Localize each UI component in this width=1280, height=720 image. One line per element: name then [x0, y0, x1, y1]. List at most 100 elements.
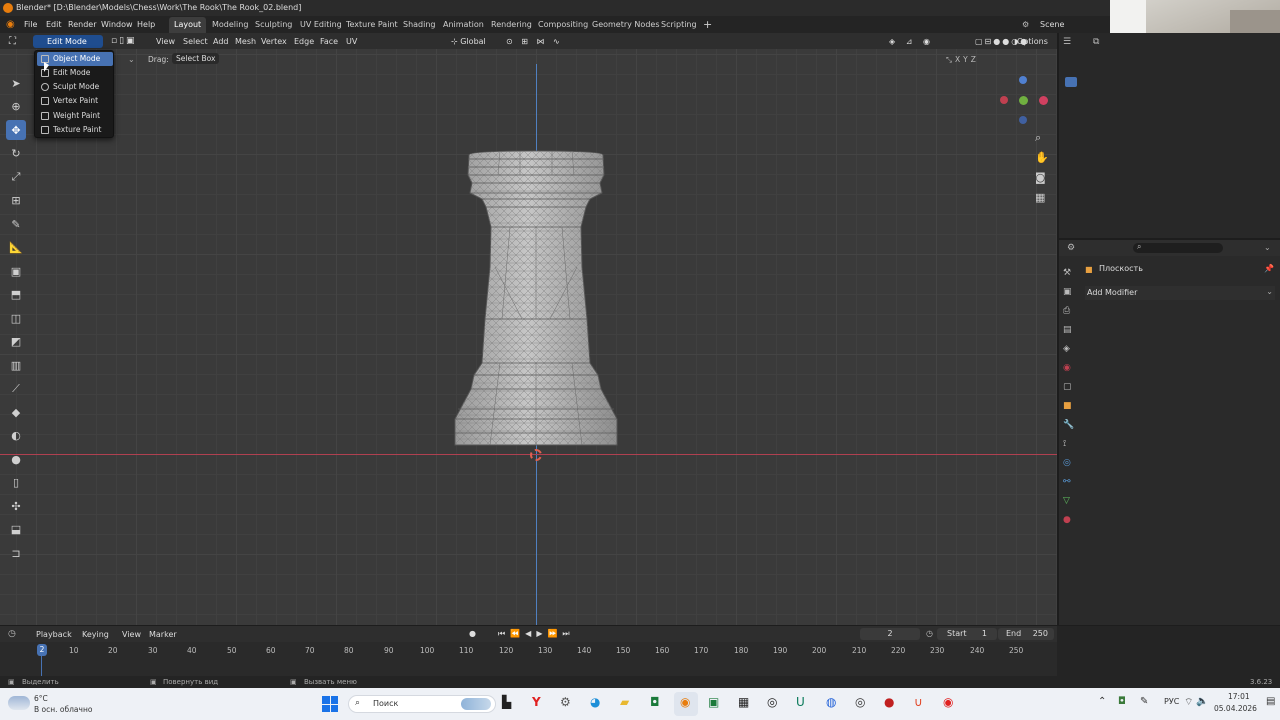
scene-name[interactable]: Scene [1036, 16, 1068, 33]
navigation-gizmo[interactable] [995, 76, 1055, 126]
tray-pen-icon[interactable]: ✎ [1140, 696, 1148, 707]
excel-app-icon[interactable]: ▣ [708, 695, 719, 709]
current-frame-field[interactable]: 2 [860, 628, 920, 640]
yandex-browser-icon[interactable]: Y [532, 695, 541, 709]
mode-select-dropdown[interactable]: Edit Mode [33, 35, 103, 48]
clock-time[interactable]: 17:01 [1228, 692, 1250, 701]
frame-ruler[interactable]: 2 10 20 30 40 50 60 70 80 90 100 110 120… [0, 644, 1057, 658]
tool-tab-icon[interactable]: ⚒ [1063, 264, 1077, 283]
material-tab-icon[interactable]: ● [1063, 511, 1077, 530]
scene-tab-icon[interactable]: ◈ [1063, 340, 1077, 359]
weather-cloud-icon[interactable] [8, 696, 30, 710]
bevel-tool-icon[interactable]: ◩ [6, 332, 26, 352]
tab-sculpting[interactable]: Sculpting [250, 17, 297, 33]
drag-dropdown-chevron-icon[interactable]: ⌄ [128, 55, 135, 64]
clock-date[interactable]: 05.04.2026 [1214, 704, 1257, 713]
drag-select-box-dropdown[interactable]: Select Box [172, 53, 220, 64]
add-cube-tool-icon[interactable]: ▣ [6, 261, 26, 281]
rook-mesh[interactable] [440, 147, 640, 467]
outliner-panel[interactable]: ☰ ⧉ [1059, 33, 1280, 238]
extrude-tool-icon[interactable]: ⬒ [6, 285, 26, 305]
ortho-grid-icon[interactable]: ▦ [1035, 191, 1045, 204]
select-mode-icons[interactable]: ▫▯▣ [108, 35, 140, 48]
properties-editor-icon[interactable]: ⚙ [1067, 243, 1075, 253]
constraints-tab-icon[interactable]: ⚯ [1063, 473, 1077, 492]
tab-compositing[interactable]: Compositing [533, 17, 593, 33]
app-icon-circle[interactable]: ◎ [855, 695, 865, 709]
menu-help[interactable]: Help [133, 16, 159, 33]
header-menu-vertex[interactable]: Vertex [258, 35, 290, 48]
data-tab-icon[interactable]: ▽ [1063, 492, 1077, 511]
rip-tool-icon[interactable]: ⊐ [6, 543, 26, 563]
gizmo-z-icon[interactable] [1019, 76, 1027, 84]
header-menu-mesh[interactable]: Mesh [232, 35, 259, 48]
physics-tab-icon[interactable]: ◎ [1063, 454, 1077, 473]
end-frame-field[interactable]: End 250 [998, 628, 1054, 640]
timeline-menu-playback[interactable]: Playback [36, 630, 72, 639]
3d-cursor-icon[interactable] [530, 449, 542, 461]
gizmo-neg-x-icon[interactable] [1039, 96, 1048, 105]
add-workspace-icon[interactable]: + [698, 17, 717, 33]
cursor-tool-icon[interactable]: ⊕ [6, 97, 26, 117]
tab-animation[interactable]: Animation [438, 17, 489, 33]
modifier-tab-icon[interactable]: 🔧 [1063, 416, 1077, 435]
timeline-panel[interactable]: ◷ Playback Keying View Marker ● ⏮⏪◀▶⏩⏭ 2… [0, 626, 1057, 676]
add-modifier-dropdown[interactable]: Add Modifier ⌄ [1085, 286, 1275, 300]
tab-texture-paint[interactable]: Texture Paint [341, 17, 403, 33]
orientation-dropdown[interactable]: ⊹ Global [448, 35, 489, 48]
inset-tool-icon[interactable]: ◫ [6, 308, 26, 328]
spin-tool-icon[interactable]: ◐ [6, 426, 26, 446]
overlay-gizmo-icons[interactable]: ◈ ⊿ ◉ [886, 35, 937, 48]
shrink-fatten-tool-icon[interactable]: ✣ [6, 496, 26, 516]
tab-scripting[interactable]: Scripting [656, 17, 702, 33]
zoom-icon[interactable]: ⌕ [1035, 131, 1041, 145]
notifications-icon[interactable]: ▤ [1266, 696, 1275, 707]
outliner-selected-icon[interactable] [1065, 77, 1077, 87]
menu-item-weight-paint[interactable]: Weight Paint [37, 109, 113, 123]
weather-desc[interactable]: В осн. облачно [34, 705, 92, 714]
menu-item-sculpt-mode[interactable]: Sculpt Mode [37, 80, 113, 94]
menu-window[interactable]: Window [97, 16, 137, 33]
playhead-frame[interactable]: 2 [37, 644, 47, 656]
app-icon-notify[interactable]: ◉ [943, 695, 953, 709]
timeline-editor-icon[interactable]: ◷ [8, 629, 16, 639]
tab-layout[interactable]: Layout [169, 17, 207, 33]
outliner-display-icon[interactable]: ⧉ [1093, 37, 1099, 47]
record-icon[interactable]: ● [469, 629, 476, 638]
file-explorer-icon[interactable]: ▰ [620, 695, 629, 709]
tray-chevron-icon[interactable]: ⌃ [1098, 696, 1106, 707]
tab-geometry-nodes[interactable]: Geometry Nodes [587, 17, 664, 33]
pin-icon[interactable]: 📌 [1264, 264, 1274, 273]
move-tool-icon[interactable]: ✥ [6, 120, 26, 140]
cursor-select-tool-icon[interactable]: ➤ [6, 73, 26, 93]
editor-type-icon[interactable]: ⛶ [6, 35, 19, 48]
tab-modeling[interactable]: Modeling [207, 17, 253, 33]
scale-tool-icon[interactable]: ⤢ [6, 167, 26, 187]
transform-tool-icon[interactable]: ⊞ [6, 191, 26, 211]
clock-icon[interactable]: ◷ [926, 629, 933, 638]
particles-tab-icon[interactable]: ⟟ [1063, 435, 1077, 454]
header-menu-face[interactable]: Face [317, 35, 341, 48]
timeline-menu-marker[interactable]: Marker [149, 630, 177, 639]
app-icon-red[interactable]: ● [884, 695, 894, 709]
world-tab-icon[interactable]: ◉ [1063, 359, 1077, 378]
header-menu-select[interactable]: Select [180, 35, 211, 48]
blender-task-icon[interactable]: ◉ [680, 695, 690, 709]
edge-slide-tool-icon[interactable]: ▯ [6, 473, 26, 493]
3d-viewport[interactable]: ⌕ ✋ ◙ ▦ ⌄ Drag: Select Box ⤡XYZ [0, 49, 1057, 625]
edge-browser-icon[interactable]: ◕ [590, 695, 600, 709]
menu-render[interactable]: Render [64, 16, 100, 33]
pan-hand-icon[interactable]: ✋ [1035, 151, 1049, 164]
gizmo-y-icon[interactable] [1019, 96, 1028, 105]
knife-tool-icon[interactable]: ⟋ [6, 379, 26, 399]
taskbar-search-box[interactable]: ⌕ Поиск [348, 695, 496, 713]
weather-temp[interactable]: 6°C [34, 694, 48, 703]
obs-app-icon[interactable]: ◎ [767, 695, 777, 709]
settings-app-icon[interactable]: ⚙ [560, 695, 571, 709]
tab-uv-editing[interactable]: UV Editing [295, 17, 347, 33]
header-menu-view[interactable]: View [153, 35, 178, 48]
header-menu-add[interactable]: Add [210, 35, 232, 48]
tray-app-icon[interactable]: ◘ [1118, 696, 1126, 707]
rotate-tool-icon[interactable]: ↻ [6, 144, 26, 164]
menu-item-vertex-paint[interactable]: Vertex Paint [37, 94, 113, 108]
